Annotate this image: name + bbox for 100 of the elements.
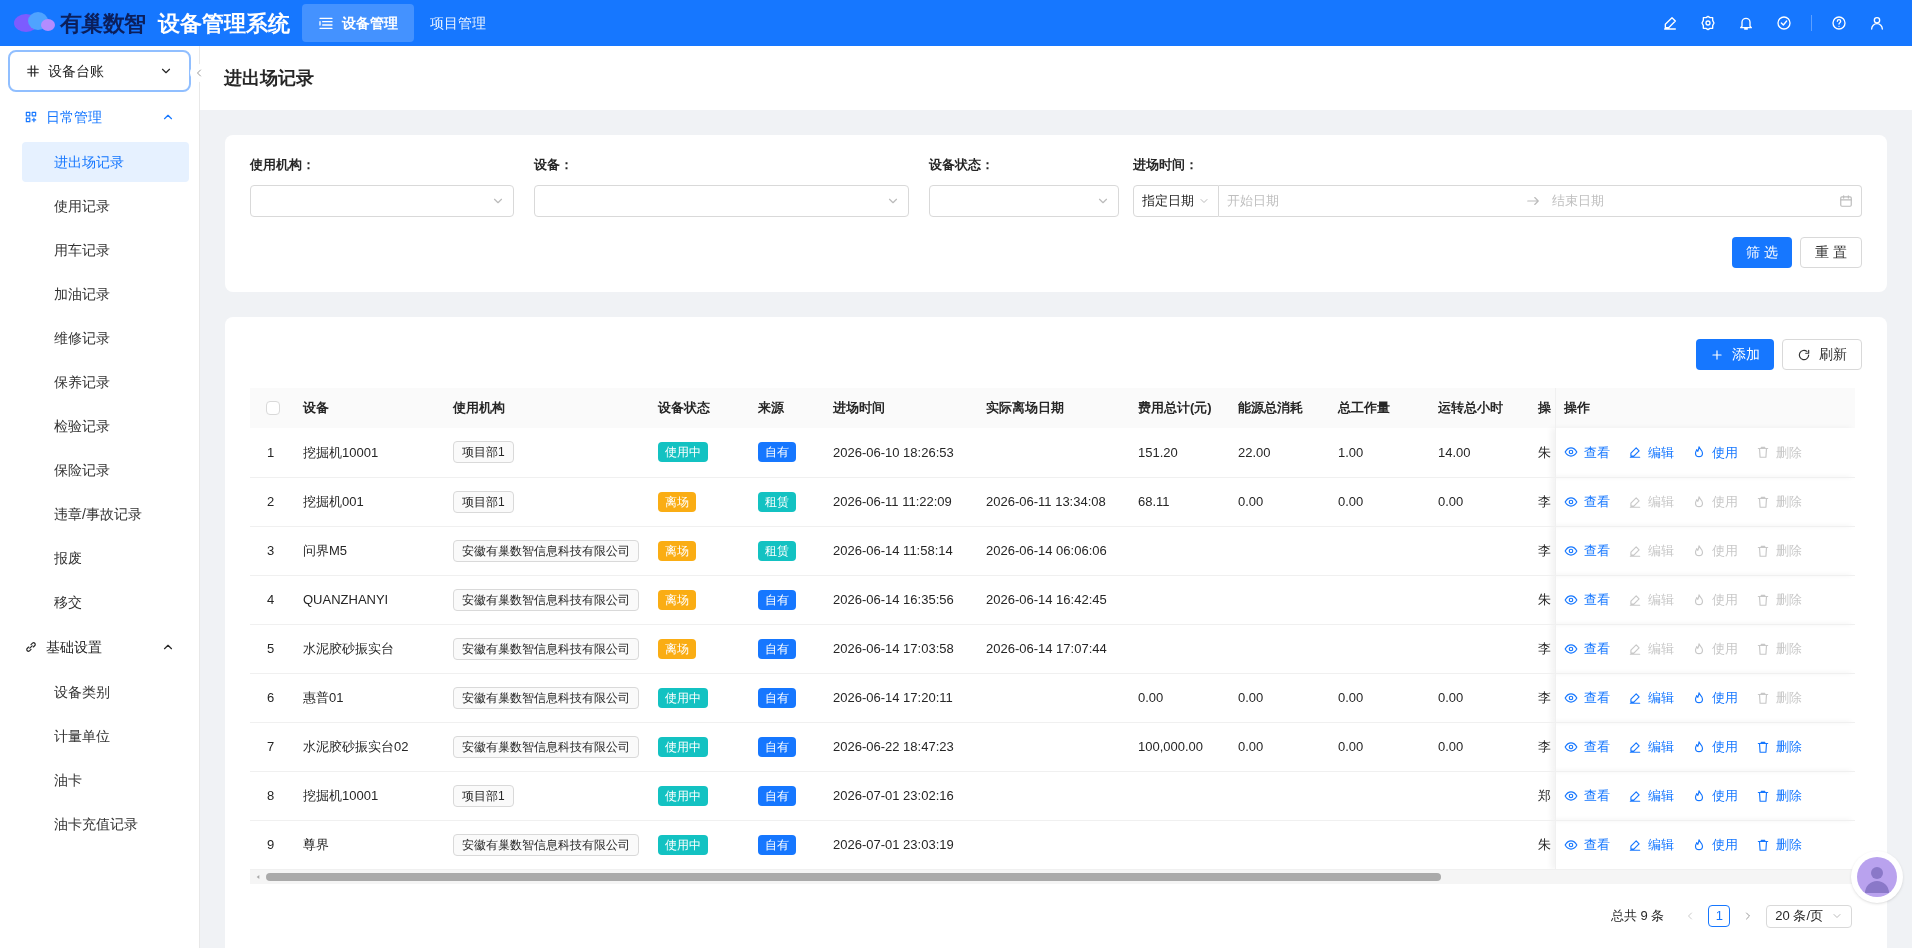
table-cell: 水泥胶砂振实台02 xyxy=(303,738,409,754)
column-header: 进场时间 xyxy=(833,400,885,416)
date-range-field[interactable]: 开始日期 结束日期 xyxy=(1219,185,1862,217)
org-tag: 安徽有巢数智信息科技有限公司 xyxy=(453,833,639,856)
trash-icon xyxy=(1755,690,1770,705)
table-cell: 挖掘机001 xyxy=(303,493,364,509)
action-link[interactable]: 使用 xyxy=(1691,442,1738,462)
action-link[interactable]: 查看 xyxy=(1563,442,1610,462)
help-icon[interactable] xyxy=(1831,15,1847,31)
action-link[interactable]: 查看 xyxy=(1563,736,1610,757)
settings-icon[interactable] xyxy=(1700,15,1716,31)
select-field[interactable] xyxy=(929,185,1119,217)
start-date-input[interactable]: 开始日期 xyxy=(1227,191,1514,211)
eye-icon xyxy=(1563,837,1578,852)
sidebar-group[interactable]: 设备台账 xyxy=(8,50,191,92)
nav-tab[interactable]: 设备管理 xyxy=(301,4,414,42)
reset-button[interactable]: 重 置 xyxy=(1800,237,1862,268)
eye-icon xyxy=(1563,690,1578,705)
sidebar-item[interactable]: 加油记录 xyxy=(22,274,189,314)
table-cell: 0.00 xyxy=(1138,689,1164,705)
sidebar-item[interactable]: 检验记录 xyxy=(22,406,189,446)
column-header: 操作 xyxy=(1563,400,1590,416)
org-tag: 项目部1 xyxy=(453,784,514,807)
table-cell: 22.00 xyxy=(1238,444,1271,460)
pencil-icon xyxy=(1627,592,1642,607)
link-icon xyxy=(24,640,38,654)
assistant-button[interactable] xyxy=(1851,851,1903,903)
select-field[interactable] xyxy=(250,185,514,217)
sidebar-group[interactable]: 基础设置 xyxy=(8,626,191,668)
action-link[interactable]: 编辑 xyxy=(1627,785,1674,806)
action-link[interactable]: 删除 xyxy=(1755,736,1802,757)
table-cell: 0.00 xyxy=(1338,493,1364,509)
column-header: 设备 xyxy=(303,400,329,416)
action-link[interactable]: 查看 xyxy=(1563,687,1610,708)
source-tag: 租赁 xyxy=(758,540,796,561)
sidebar-group[interactable]: 日常管理 xyxy=(8,96,191,138)
refresh-button[interactable]: 刷新 xyxy=(1782,339,1862,370)
sidebar-item[interactable]: 保养记录 xyxy=(22,362,189,402)
row-number: 2 xyxy=(267,493,275,509)
filter-button[interactable]: 筛 选 xyxy=(1732,237,1793,268)
nav-tab[interactable]: 项目管理 xyxy=(413,4,502,42)
action-link[interactable]: 查看 xyxy=(1563,785,1610,806)
row-number: 4 xyxy=(267,591,275,607)
action-link[interactable]: 使用 xyxy=(1691,687,1738,708)
sidebar-item[interactable]: 报废 xyxy=(22,538,189,578)
pencil-icon xyxy=(1627,641,1642,656)
refresh-icon xyxy=(1797,347,1811,362)
action-link[interactable]: 查看 xyxy=(1563,834,1610,855)
action-link[interactable]: 查看 xyxy=(1563,589,1610,610)
action-link[interactable]: 使用 xyxy=(1691,834,1738,855)
pencil-icon xyxy=(1627,837,1642,852)
sidebar-item[interactable]: 油卡 xyxy=(22,760,189,800)
status-tag: 离场 xyxy=(658,491,696,512)
table-cell: 朱 xyxy=(1538,591,1551,607)
action-link[interactable]: 编辑 xyxy=(1627,834,1674,855)
bell-icon[interactable] xyxy=(1738,15,1754,31)
org-tag: 项目部1 xyxy=(453,490,514,513)
table-cell: 2026-07-01 23:03:19 xyxy=(833,836,954,852)
sidebar-item[interactable]: 计量单位 xyxy=(22,716,189,756)
sidebar-item[interactable]: 移交 xyxy=(22,582,189,622)
action-link[interactable]: 查看 xyxy=(1563,540,1610,561)
table-cell: 0.00 xyxy=(1238,493,1264,509)
check-circle-icon[interactable] xyxy=(1776,15,1792,31)
action-link[interactable]: 编辑 xyxy=(1627,687,1674,708)
row-number: 3 xyxy=(267,542,275,558)
action-link[interactable]: 查看 xyxy=(1563,491,1610,512)
column-header: 操 xyxy=(1538,400,1551,416)
page-size-select[interactable]: 20 条/页 xyxy=(1766,904,1852,928)
select-field[interactable] xyxy=(534,185,909,217)
user-icon[interactable] xyxy=(1869,15,1885,31)
action-link[interactable]: 删除 xyxy=(1755,785,1802,806)
sidebar-item[interactable]: 维修记录 xyxy=(22,318,189,358)
sidebar-item[interactable]: 违章/事故记录 xyxy=(22,494,189,534)
table-cell: 2026-06-22 18:47:23 xyxy=(833,738,954,754)
list-icon xyxy=(317,15,334,31)
page-button[interactable]: 1 xyxy=(1708,905,1731,927)
table-cell: 0.00 xyxy=(1438,689,1464,705)
pen-icon[interactable] xyxy=(1662,15,1678,31)
action-link[interactable]: 使用 xyxy=(1691,785,1738,806)
sidebar-item[interactable]: 保险记录 xyxy=(22,450,189,490)
sidebar-item[interactable]: 设备类别 xyxy=(22,672,189,712)
row-number: 1 xyxy=(267,444,275,460)
select-all-checkbox[interactable] xyxy=(266,401,280,415)
action-link[interactable]: 使用 xyxy=(1691,736,1738,757)
row-number: 5 xyxy=(267,640,275,656)
date-mode-select[interactable]: 指定日期 xyxy=(1133,185,1219,217)
table-cell: 李 xyxy=(1538,738,1551,754)
action-link[interactable]: 编辑 xyxy=(1627,736,1674,757)
sidebar-item[interactable]: 进出场记录 xyxy=(22,142,189,182)
action-link[interactable]: 编辑 xyxy=(1627,442,1674,462)
eye-icon xyxy=(1563,445,1578,460)
status-tag: 使用中 xyxy=(658,785,708,806)
end-date-input[interactable]: 结束日期 xyxy=(1552,191,1839,211)
action-link[interactable]: 删除 xyxy=(1755,834,1802,855)
sidebar-item[interactable]: 油卡充值记录 xyxy=(22,804,189,844)
sidebar-item[interactable]: 用车记录 xyxy=(22,230,189,270)
scrollbar-thumb[interactable] xyxy=(266,872,1441,881)
add-button[interactable]: 添加 xyxy=(1696,339,1774,370)
sidebar-item[interactable]: 使用记录 xyxy=(22,186,189,226)
action-link[interactable]: 查看 xyxy=(1563,638,1610,659)
